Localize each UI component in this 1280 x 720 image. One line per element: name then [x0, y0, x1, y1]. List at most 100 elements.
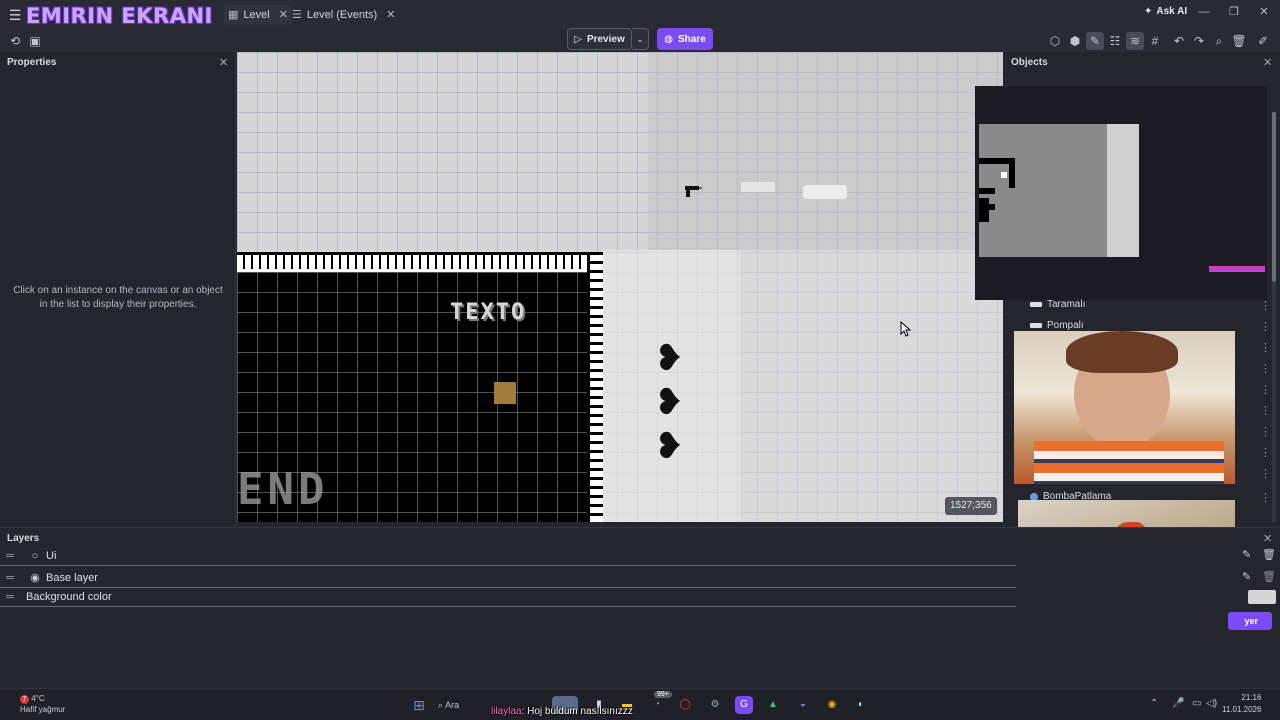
properties-toggle-icon[interactable]: ✎ — [1086, 32, 1104, 50]
objects-scrollbar-thumb[interactable] — [1272, 112, 1276, 282]
title-bar: ☰ EMIRIN EKRANI ▦ Level ✕ ☰ Level (Event… — [0, 0, 1280, 30]
close-properties-icon[interactable]: ✕ — [219, 56, 228, 69]
delete-layer-icon[interactable]: 🗑 — [1262, 548, 1276, 561]
grid-icon: ▦ — [228, 9, 239, 21]
end-text-object[interactable]: END — [237, 464, 328, 515]
minimize-icon[interactable]: — — [1196, 4, 1212, 20]
text-object[interactable]: TEXTO — [450, 300, 526, 325]
room-area — [740, 250, 1003, 522]
object-menu-icon[interactable]: ⋮ — [1260, 446, 1271, 459]
layers-panel: Layers ✕ ═ ○ Ui ═ ◉ Base layer ═ Backgro… — [0, 527, 1280, 687]
object-menu-icon[interactable]: ⋮ — [1260, 341, 1271, 354]
object-menu-icon[interactable]: ⋮ — [1260, 320, 1271, 333]
drag-handle-icon: ═ — [6, 590, 14, 603]
weapon-icon — [1030, 323, 1042, 328]
notification-badge: 99+ — [654, 691, 672, 698]
edit-scene-icon[interactable]: ✐ — [1254, 32, 1272, 50]
object-groups-icon[interactable]: ⬢ — [1066, 32, 1084, 50]
heart-instance[interactable]: ❥ — [654, 428, 684, 464]
layer-visibility-icon[interactable]: ◉ — [24, 571, 46, 584]
close-tab-icon[interactable]: ✕ — [279, 5, 288, 25]
object-item-taramali[interactable]: Taramalı — [1030, 299, 1085, 310]
opera-icon[interactable]: ◯ — [676, 696, 694, 714]
preview-light-area — [1107, 124, 1139, 257]
delete-layer-icon[interactable]: 🗑 — [1262, 570, 1276, 583]
system-clock[interactable]: 21:16 11.01.2026 — [1222, 692, 1261, 716]
layer-row-background-color[interactable]: ═ Background color — [0, 587, 1016, 607]
redo-icon[interactable]: ↷ — [1190, 32, 1208, 50]
steam-icon[interactable]: ◐ — [852, 696, 870, 714]
gdevelop-icon[interactable]: G — [735, 696, 753, 714]
history-icon[interactable]: ⟲ — [6, 32, 24, 50]
zoom-icon[interactable]: ⌕ — [1210, 32, 1228, 50]
object-menu-icon[interactable]: ⋮ — [1260, 467, 1271, 480]
pistol-sprite[interactable] — [683, 184, 703, 198]
gold-block-instance[interactable] — [494, 382, 516, 404]
stream-chat-message: lilaylaa: Hoj buldum nasılsınızzz — [491, 706, 633, 717]
instances-list-icon[interactable]: ☷ — [1106, 32, 1124, 50]
weather-widget[interactable]: 7 4°C Hafif yağmur — [20, 693, 65, 715]
maximize-icon[interactable]: ❐ — [1226, 4, 1242, 20]
layer-visibility-icon[interactable]: ○ — [24, 550, 46, 562]
sparkle-icon: ✦ — [1144, 6, 1153, 17]
game-preview-overlay — [975, 86, 1267, 300]
object-menu-icon[interactable]: ⋮ — [1260, 362, 1271, 375]
close-tab-icon[interactable]: ✕ — [386, 5, 395, 25]
brick-wall-top[interactable] — [237, 252, 587, 272]
object-item-pompali[interactable]: Pompalı — [1030, 320, 1084, 331]
hamburger-menu-icon[interactable]: ☰ — [6, 6, 24, 24]
preview-options-chevron-icon[interactable]: ⌄ — [632, 28, 649, 50]
layer-row-ui[interactable]: ═ ○ Ui — [0, 546, 1016, 566]
chrome-icon[interactable]: ◉ — [823, 696, 841, 714]
ask-ai-button[interactable]: ✦ Ask AI — [1144, 6, 1187, 17]
mouse-cursor-icon — [900, 321, 912, 337]
discord-icon[interactable]: ◒ — [794, 696, 812, 714]
shotgun-sprite[interactable] — [803, 185, 847, 199]
delete-icon[interactable]: 🗑 — [1230, 32, 1248, 50]
object-menu-icon[interactable]: ⋮ — [1260, 491, 1271, 504]
close-layers-icon[interactable]: ✕ — [1263, 532, 1272, 545]
object-menu-icon[interactable]: ⋮ — [1260, 383, 1271, 396]
objects-toggle-icon[interactable]: ⬡ — [1046, 32, 1064, 50]
preview-audio-meter — [1209, 266, 1265, 272]
add-layer-button[interactable]: yer — [1228, 612, 1272, 630]
background-color-swatch[interactable] — [1248, 590, 1276, 604]
layers-toggle-icon[interactable]: ≋ — [1126, 32, 1144, 50]
windows-start-icon[interactable]: ⊞ — [410, 696, 428, 714]
cursor-coordinates: 1527;356 — [945, 497, 997, 515]
share-button[interactable]: ◍ Share — [657, 28, 713, 50]
tab-level-events[interactable]: ☰ Level (Events) ✕ — [288, 5, 399, 25]
volume-icon[interactable]: ◁) — [1206, 698, 1217, 709]
drag-handle-icon[interactable]: ═ — [0, 572, 24, 584]
display-icon[interactable]: ▭ — [1192, 698, 1201, 709]
heart-instance[interactable]: ❥ — [654, 384, 684, 420]
edit-layer-icon[interactable]: ✎ — [1242, 570, 1251, 583]
object-menu-icon[interactable]: ⋮ — [1260, 425, 1271, 438]
tab-label: Level (Events) — [306, 9, 378, 21]
stream-overlay-title: EMIRIN EKRANI — [26, 4, 213, 28]
drag-handle-icon[interactable]: ═ — [0, 550, 24, 562]
properties-title: Properties — [7, 57, 57, 68]
chat-username: lilaylaa — [491, 706, 522, 717]
tab-level[interactable]: ▦ Level ✕ — [224, 5, 292, 25]
properties-hint: Click on an instance on the canvas or an… — [13, 285, 223, 310]
settings-icon[interactable]: ⚙ — [706, 696, 724, 714]
edit-layer-icon[interactable]: ✎ — [1242, 548, 1251, 561]
tray-chevron-icon[interactable]: ⌃ — [1150, 698, 1158, 709]
whatsapp-icon[interactable]: ◔ — [648, 696, 666, 714]
object-menu-icon[interactable]: ⋮ — [1260, 299, 1271, 312]
android-icon[interactable]: ▲ — [764, 696, 782, 714]
heart-instance[interactable]: ❥ — [654, 340, 684, 376]
preview-button[interactable]: ▷ Preview — [567, 28, 632, 50]
layer-row-base[interactable]: ═ ◉ Base layer — [0, 568, 1016, 588]
undo-icon[interactable]: ↶ — [1170, 32, 1188, 50]
close-window-icon[interactable]: ✕ — [1256, 4, 1272, 20]
microphone-icon[interactable]: 🎤 — [1172, 698, 1184, 709]
rifle-sprite[interactable] — [741, 182, 775, 192]
grid-toggle-icon[interactable]: # — [1146, 32, 1164, 50]
object-menu-icon[interactable]: ⋮ — [1260, 404, 1271, 417]
brick-wall-right[interactable] — [587, 252, 603, 522]
close-objects-icon[interactable]: ✕ — [1263, 56, 1272, 69]
scene-canvas[interactable]: TEXTO END ❥ ❥ ❥ 1527;356 — [237, 52, 1003, 522]
project-icon[interactable]: ▣ — [26, 32, 44, 50]
